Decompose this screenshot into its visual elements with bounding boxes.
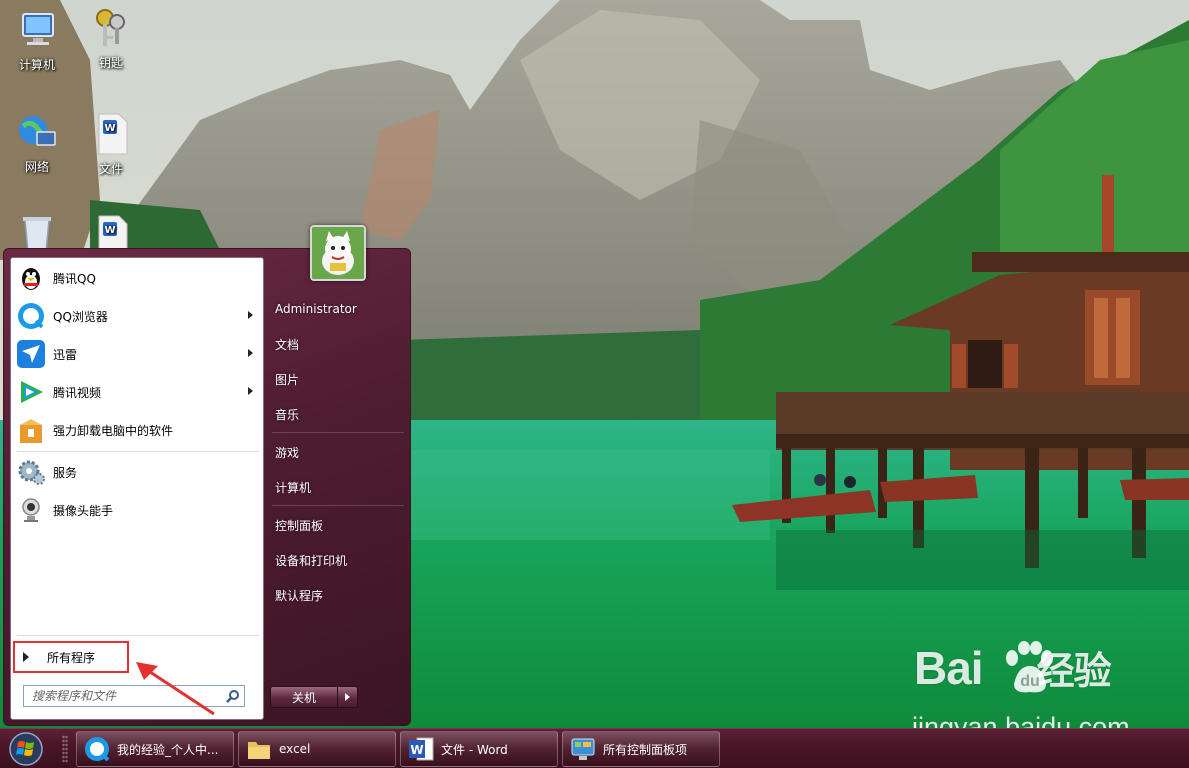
desktop-icon-label: 文件: [98, 162, 123, 176]
windows-logo-icon: [9, 732, 43, 766]
right-item-label: 控制面板: [275, 518, 324, 533]
program-item-label: 腾讯QQ: [53, 271, 96, 286]
desktop-icon-word-file[interactable]: W 文件: [76, 112, 146, 177]
right-item-default-programs[interactable]: 默认程序: [270, 581, 406, 609]
program-item-label: QQ浏览器: [53, 309, 108, 324]
taskbar-button-label: 我的经验_个人中...: [117, 742, 219, 757]
svg-text:W: W: [410, 743, 423, 757]
program-item-label: 腾讯视频: [53, 385, 102, 400]
right-item-computer[interactable]: 计算机: [270, 473, 406, 501]
program-item-qq[interactable]: 腾讯QQ: [15, 261, 261, 295]
desktop-icon-keys[interactable]: 钥匙: [76, 6, 146, 71]
desktop-icon-label: 计算机: [18, 58, 55, 72]
right-item-label: 设备和打印机: [275, 553, 348, 568]
right-item-administrator[interactable]: Administrator: [270, 295, 406, 323]
chevron-right-icon: [345, 693, 350, 701]
qq-browser-icon: [15, 300, 47, 332]
start-menu-programs-pane: 腾讯QQ QQ浏览器 迅雷 腾讯视频 强力卸载电脑中的软件 服务 摄像头能手 所…: [10, 257, 264, 720]
menu-separator: [17, 635, 259, 636]
submenu-arrow-icon: [248, 349, 253, 357]
menu-separator: [17, 451, 259, 452]
annotation-arrow: [136, 662, 215, 716]
menu-separator: [272, 505, 404, 506]
desktop-icon-label: 网络: [24, 160, 49, 174]
qq-penguin-icon: [15, 262, 47, 294]
all-programs-button[interactable]: 所有程序: [13, 641, 129, 673]
key-icon: [89, 6, 133, 50]
program-item-services[interactable]: 服务: [15, 455, 261, 489]
svg-text:du: du: [1020, 673, 1040, 690]
program-item-label: 摄像头能手: [53, 503, 114, 518]
submenu-arrow-icon: [248, 311, 253, 319]
baidu-paw-logo: du: [1006, 641, 1053, 693]
word-document-icon: W: [89, 112, 133, 156]
start-button[interactable]: [4, 731, 48, 767]
taskbar-grip[interactable]: [62, 735, 68, 763]
taskbar-button-label: 所有控制面板项: [603, 742, 688, 757]
right-item-games[interactable]: 游戏: [270, 438, 406, 466]
webcam-icon: [15, 494, 47, 526]
tencent-video-icon: [15, 376, 47, 408]
qq-browser-icon: [85, 737, 110, 762]
all-programs-label: 所有程序: [47, 650, 96, 665]
submenu-arrow-icon: [248, 387, 253, 395]
uninstall-box-icon: [15, 414, 47, 446]
taskbar: 我的经验_个人中... excel W 文件 - Word 所有控制面板项: [0, 728, 1189, 768]
right-item-devices-printers[interactable]: 设备和打印机: [270, 546, 406, 574]
user-avatar[interactable]: [310, 225, 366, 281]
watermark-brand-left: Bai: [914, 642, 984, 694]
right-item-control-panel[interactable]: 控制面板: [270, 511, 406, 539]
control-panel-icon: [571, 738, 595, 760]
desktop-icon-label: 钥匙: [98, 56, 123, 70]
taskbar-button-label: excel: [279, 742, 311, 756]
word-icon: W: [409, 737, 434, 761]
program-item-label: 服务: [53, 465, 78, 480]
program-item-tencent-video[interactable]: 腾讯视频: [15, 375, 261, 409]
right-item-pictures[interactable]: 图片: [270, 365, 406, 393]
right-item-label: 默认程序: [275, 588, 324, 603]
computer-icon: [15, 8, 59, 52]
right-item-documents[interactable]: 文档: [270, 330, 406, 358]
folder-icon: [248, 742, 270, 759]
right-item-label: 计算机: [275, 480, 312, 495]
right-item-label: 图片: [275, 372, 300, 387]
taskbar-button-label: 文件 - Word: [441, 742, 508, 757]
right-item-label: 文档: [275, 337, 300, 352]
shutdown-button[interactable]: 关机: [270, 686, 338, 708]
right-item-music[interactable]: 音乐: [270, 400, 406, 428]
taskbar-button-word[interactable]: W 文件 - Word: [400, 731, 558, 767]
program-item-qq-browser[interactable]: QQ浏览器: [15, 299, 261, 333]
desktop-icon-computer[interactable]: 计算机: [2, 8, 72, 73]
menu-separator: [272, 432, 404, 433]
svg-text:W: W: [104, 123, 115, 134]
right-item-label: 音乐: [275, 407, 300, 422]
search-icon[interactable]: [222, 686, 244, 706]
desktop-icon-network[interactable]: 网络: [2, 110, 72, 175]
program-item-webcam[interactable]: 摄像头能手: [15, 493, 261, 527]
network-globe-icon: [15, 110, 59, 154]
expand-arrow-icon: [23, 652, 29, 662]
taskbar-button-control-panel[interactable]: 所有控制面板项: [562, 731, 720, 767]
thunder-icon: [15, 338, 47, 370]
program-item-uninstaller[interactable]: 强力卸载电脑中的软件: [15, 413, 261, 447]
shutdown-options-button[interactable]: [338, 686, 358, 708]
svg-text:W: W: [104, 225, 115, 236]
program-item-label: 强力卸载电脑中的软件: [53, 423, 174, 438]
program-item-label: 迅雷: [53, 347, 78, 362]
right-item-label: Administrator: [275, 302, 357, 316]
program-item-thunder[interactable]: 迅雷: [15, 337, 261, 371]
shutdown-group: 关机: [270, 686, 358, 708]
taskbar-button-browser[interactable]: 我的经验_个人中...: [76, 731, 234, 767]
taskbar-button-excel-folder[interactable]: excel: [238, 731, 396, 767]
right-item-label: 游戏: [275, 445, 300, 460]
services-gear-icon: [15, 456, 47, 488]
